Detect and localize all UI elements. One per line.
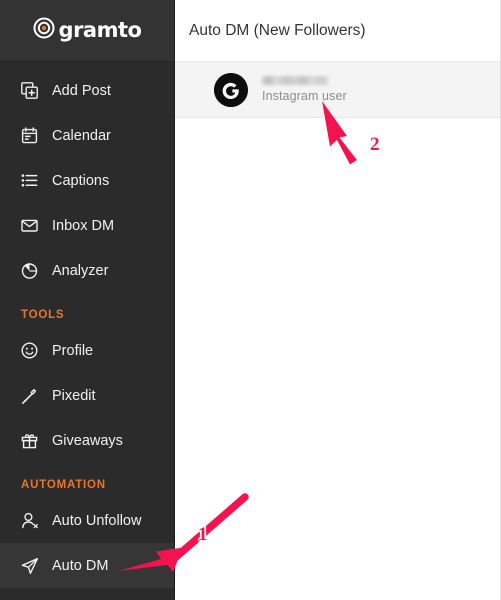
- sidebar-item-captions[interactable]: Captions: [0, 158, 174, 203]
- user-subtitle: Instagram user: [262, 89, 347, 103]
- sidebar-item-add-post[interactable]: Add Post: [0, 68, 174, 113]
- sidebar-item-label: Pixedit: [52, 387, 96, 404]
- sidebar-nav: Add Post Calendar Captions Inbox DM Anal…: [0, 62, 174, 588]
- sidebar-item-calendar[interactable]: Calendar: [0, 113, 174, 158]
- magic-wand-icon: [21, 386, 41, 406]
- paper-plane-icon: [21, 556, 41, 576]
- sidebar-item-label: Giveaways: [52, 432, 123, 449]
- sidebar-item-label: Calendar: [52, 127, 111, 144]
- main-content: Auto DM (New Followers) Instagram user: [175, 0, 501, 600]
- page-title: Auto DM (New Followers): [189, 21, 366, 39]
- gift-icon: [21, 431, 41, 451]
- sidebar-item-label: Add Post: [52, 82, 111, 99]
- add-post-icon: [21, 81, 41, 101]
- sidebar-item-label: Analyzer: [52, 262, 109, 279]
- brand-name: gramto: [58, 18, 142, 42]
- calendar-icon: [21, 126, 41, 146]
- brand-logo[interactable]: gramto: [0, 0, 174, 62]
- sidebar-item-analyzer[interactable]: Analyzer: [0, 248, 174, 293]
- app-window: gramto Add Post Calendar Captions Inbox …: [0, 0, 501, 600]
- sidebar-item-profile[interactable]: Profile: [0, 328, 174, 373]
- sidebar-item-pixedit[interactable]: Pixedit: [0, 373, 174, 418]
- user-list-item[interactable]: Instagram user: [175, 62, 500, 118]
- sidebar-item-auto-unfollow[interactable]: Auto Unfollow: [0, 498, 174, 543]
- instagram-avatar-icon: [214, 72, 248, 107]
- sidebar-section-automation: AUTOMATION: [21, 479, 106, 491]
- sidebar-item-inbox-dm[interactable]: Inbox DM: [0, 203, 174, 248]
- sidebar-item-label: Auto Unfollow: [52, 512, 142, 529]
- list-icon: [21, 171, 41, 191]
- smiley-face-icon: [21, 341, 41, 361]
- user-list: Instagram user: [175, 62, 500, 118]
- sidebar-item-label: Auto DM: [52, 557, 109, 574]
- sidebar-section-tools: TOOLS: [21, 309, 65, 321]
- envelope-icon: [21, 216, 41, 236]
- sidebar-item-label: Inbox DM: [52, 217, 115, 234]
- user-remove-icon: [21, 511, 41, 531]
- sidebar-item-label: Profile: [52, 342, 94, 359]
- user-meta: Instagram user: [262, 76, 347, 103]
- bullseye-target-icon: [33, 17, 55, 44]
- sidebar: gramto Add Post Calendar Captions Inbox …: [0, 0, 175, 600]
- sidebar-item-giveaways[interactable]: Giveaways: [0, 418, 174, 463]
- username-redacted: [262, 76, 328, 85]
- pie-chart-icon: [21, 261, 41, 281]
- sidebar-item-auto-dm[interactable]: Auto DM: [0, 543, 174, 588]
- top-bar: Auto DM (New Followers): [175, 0, 500, 62]
- sidebar-item-label: Captions: [52, 172, 110, 189]
